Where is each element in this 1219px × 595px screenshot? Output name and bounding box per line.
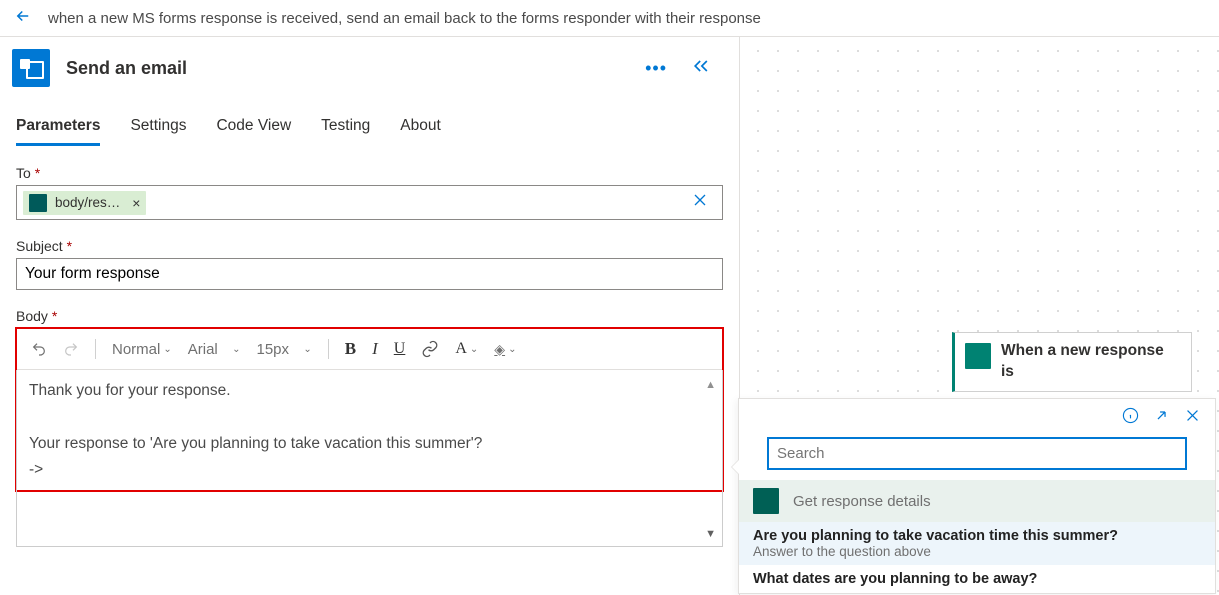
highlight-button[interactable]: ◈⌄: [488, 337, 522, 362]
link-button[interactable]: [415, 336, 445, 362]
popover-section-title: Get response details: [793, 493, 931, 510]
tab-settings[interactable]: Settings: [130, 117, 186, 146]
paragraph-style-select[interactable]: Normal⌄: [106, 337, 178, 362]
body-line: ->: [29, 457, 710, 483]
more-options-button[interactable]: •••: [633, 58, 679, 79]
body-highlighted-region: Normal⌄ Arial ⌄ 15px ⌄ B I U A⌄ ◈⌄ ▲ Tha…: [16, 328, 723, 491]
underline-button[interactable]: U: [388, 336, 412, 362]
popover-section-header[interactable]: Get response details: [739, 480, 1215, 522]
scroll-up-icon[interactable]: ▲: [705, 376, 716, 395]
form-section: To * body/res… × Subject *: [0, 147, 739, 547]
scroll-down-icon[interactable]: ▼: [705, 528, 716, 540]
body-line: Your response to 'Are you planning to ta…: [29, 431, 710, 457]
field-body: Body * Normal⌄ Arial ⌄ 15px ⌄ B I U: [16, 308, 723, 547]
action-config-panel: Send an email ••• Parameters Settings Co…: [0, 37, 740, 595]
subject-input[interactable]: [16, 258, 723, 290]
top-bar: when a new MS forms response is received…: [0, 0, 1219, 37]
popover-header: [739, 399, 1215, 433]
to-label: To *: [16, 165, 723, 181]
tab-code-view[interactable]: Code View: [216, 117, 291, 146]
font-select[interactable]: Arial ⌄: [182, 337, 247, 362]
expand-icon[interactable]: [1153, 407, 1170, 429]
flow-canvas[interactable]: When a new response is Get response deta…: [740, 37, 1219, 595]
dynamic-token-chip[interactable]: body/res… ×: [23, 191, 146, 215]
forms-icon: [753, 488, 779, 514]
tab-parameters[interactable]: Parameters: [16, 117, 100, 146]
dynamic-content-popover: Get response details Are you planning to…: [738, 398, 1216, 594]
dynamic-content-item[interactable]: What dates are you planning to be away?: [739, 565, 1215, 593]
body-editor[interactable]: ▲ Thank you for your response. Your resp…: [16, 370, 723, 491]
subject-label: Subject *: [16, 238, 723, 254]
outlook-icon: [12, 49, 50, 87]
dynamic-content-item[interactable]: Are you planning to take vacation time t…: [739, 522, 1215, 565]
config-tabs: Parameters Settings Code View Testing Ab…: [0, 95, 739, 147]
dynamic-content-search[interactable]: [767, 437, 1187, 470]
main-area: Send an email ••• Parameters Settings Co…: [0, 37, 1219, 595]
body-editor-footer: ▼: [16, 491, 723, 547]
tab-testing[interactable]: Testing: [321, 117, 370, 146]
token-label: body/res…: [55, 195, 120, 210]
redo-button[interactable]: [57, 337, 85, 361]
forms-icon: [965, 343, 991, 369]
close-icon[interactable]: [1184, 407, 1201, 429]
forms-icon: [29, 194, 47, 212]
info-icon[interactable]: [1122, 407, 1139, 429]
popover-search-wrap: [767, 437, 1187, 470]
tab-about[interactable]: About: [400, 117, 441, 146]
panel-header: Send an email •••: [0, 37, 739, 95]
font-size-select[interactable]: 15px ⌄: [250, 337, 317, 362]
body-line: [29, 404, 710, 430]
trigger-card[interactable]: When a new response is: [952, 332, 1192, 392]
body-label: Body *: [16, 308, 723, 324]
clear-field-button[interactable]: [684, 191, 716, 214]
font-color-button[interactable]: A⌄: [449, 336, 484, 362]
collapse-panel-button[interactable]: [679, 58, 723, 79]
to-input[interactable]: body/res… ×: [16, 185, 723, 220]
remove-token-button[interactable]: ×: [132, 195, 140, 211]
action-title: Send an email: [66, 58, 633, 79]
undo-button[interactable]: [25, 337, 53, 361]
item-title: What dates are you planning to be away?: [753, 571, 1201, 587]
trigger-card-title: When a new response is: [1001, 341, 1181, 383]
back-arrow-icon[interactable]: [10, 3, 36, 34]
field-to: To * body/res… ×: [16, 165, 723, 220]
item-title: Are you planning to take vacation time t…: [753, 528, 1201, 544]
item-subtitle: Answer to the question above: [753, 544, 1201, 559]
field-subject: Subject *: [16, 238, 723, 290]
rich-text-toolbar: Normal⌄ Arial ⌄ 15px ⌄ B I U A⌄ ◈⌄: [16, 328, 723, 370]
bold-button[interactable]: B: [339, 335, 362, 363]
flow-title: when a new MS forms response is received…: [48, 10, 761, 27]
italic-button[interactable]: I: [366, 335, 384, 363]
body-line: Thank you for your response.: [29, 378, 710, 404]
